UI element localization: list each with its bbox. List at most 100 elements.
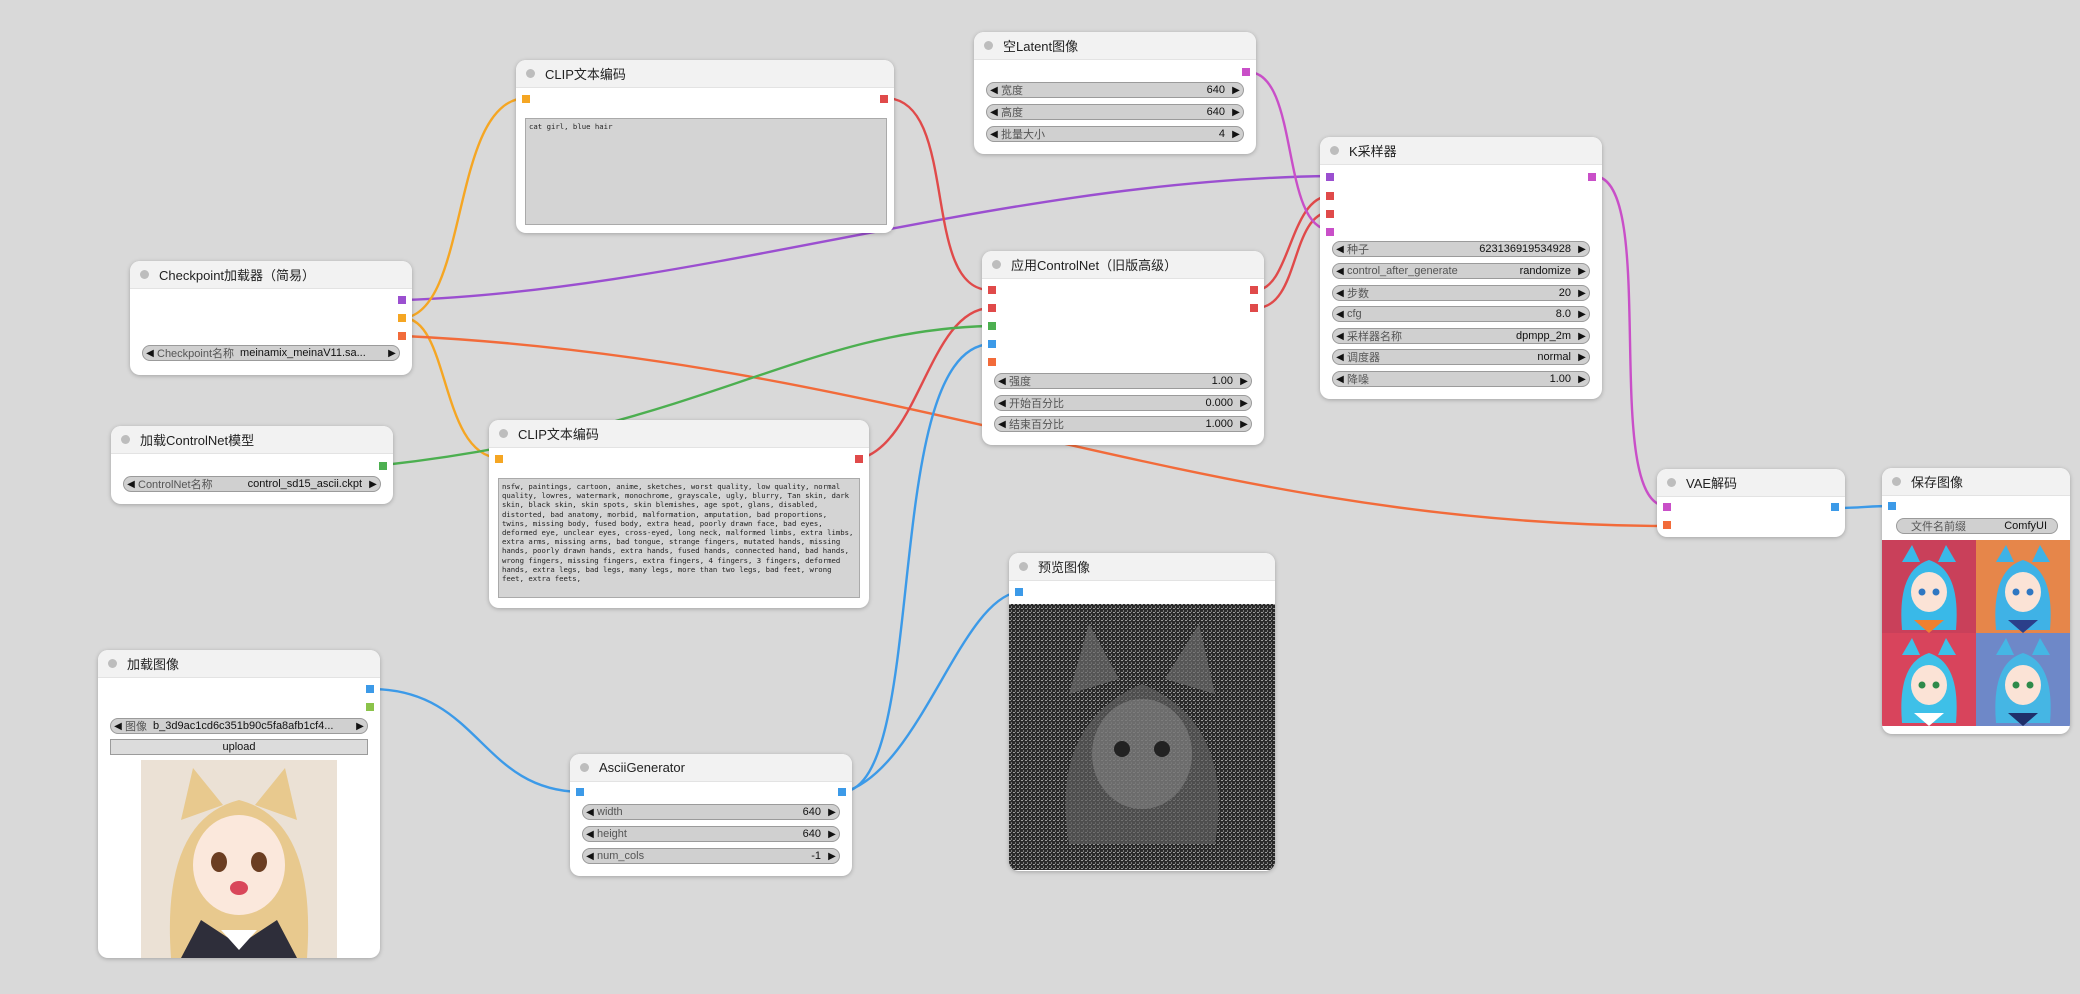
output-slot-conditioning[interactable] — [880, 95, 888, 103]
input-slot-image[interactable] — [576, 788, 584, 796]
input-slot-latent[interactable] — [1326, 228, 1334, 236]
decrement-arrow-icon[interactable]: ◀ — [124, 479, 138, 490]
output-slot-vae[interactable] — [398, 332, 406, 340]
decrement-arrow-icon[interactable]: ◀ — [995, 376, 1009, 387]
node-header[interactable]: 加载ControlNet模型 — [111, 426, 393, 454]
input-slot-clip[interactable] — [522, 95, 530, 103]
output-slot-image[interactable] — [838, 788, 846, 796]
node-ascii-generator[interactable]: AsciiGenerator ◀ width 640 ▶ ◀ height 640 ▶ ◀ n… — [570, 754, 852, 876]
increment-arrow-icon[interactable]: ▶ — [1575, 309, 1589, 320]
node-graph-canvas[interactable]: CLIP文本编码 cat girl, blue hair 空Latent图像 ◀… — [0, 0, 2080, 994]
output-slot-conditioning[interactable] — [855, 455, 863, 463]
increment-arrow-icon[interactable]: ▶ — [353, 721, 367, 732]
decrement-arrow-icon[interactable]: ◀ — [143, 348, 157, 359]
decrement-arrow-icon[interactable]: ◀ — [987, 107, 1001, 118]
output-slot-image[interactable] — [1831, 503, 1839, 511]
node-clip-text-encode-negative[interactable]: CLIP文本编码 nsfw, paintings, cartoon, anime… — [489, 420, 869, 608]
decrement-arrow-icon[interactable]: ◀ — [583, 829, 597, 840]
collapse-dot-icon[interactable] — [526, 69, 535, 78]
decrement-arrow-icon[interactable]: ◀ — [1333, 244, 1347, 255]
increment-arrow-icon[interactable]: ▶ — [1237, 419, 1251, 430]
collapse-dot-icon[interactable] — [1892, 477, 1901, 486]
prompt-textarea[interactable]: cat girl, blue hair — [525, 118, 887, 225]
collapse-dot-icon[interactable] — [992, 260, 1001, 269]
input-slot-samples[interactable] — [1663, 503, 1671, 511]
increment-arrow-icon[interactable]: ▶ — [1575, 244, 1589, 255]
increment-arrow-icon[interactable]: ▶ — [1229, 85, 1243, 96]
node-controlnet-loader[interactable]: 加载ControlNet模型 ◀ ControlNet名称 control_sd15… — [111, 426, 393, 504]
increment-arrow-icon[interactable]: ▶ — [385, 348, 399, 359]
input-slot-control-net[interactable] — [988, 322, 996, 330]
output-slot-latent[interactable] — [1588, 173, 1596, 181]
node-ksampler[interactable]: K采样器 ◀ 种子 623136919534928 ▶ ◀ control_after_… — [1320, 137, 1602, 399]
input-slot-negative[interactable] — [988, 304, 996, 312]
widget-filename-prefix[interactable]: 文件名前缀 ComfyUI — [1896, 518, 2058, 534]
input-slot-images[interactable] — [1888, 502, 1896, 510]
collapse-dot-icon[interactable] — [1019, 562, 1028, 571]
node-header[interactable]: VAE解码 — [1657, 469, 1845, 497]
widget-steps[interactable]: ◀ 步数 20 ▶ — [1332, 285, 1590, 301]
prompt-textarea[interactable]: nsfw, paintings, cartoon, anime, sketche… — [498, 478, 860, 598]
decrement-arrow-icon[interactable]: ◀ — [1333, 352, 1347, 363]
input-slot-vae[interactable] — [1663, 521, 1671, 529]
collapse-dot-icon[interactable] — [499, 429, 508, 438]
widget-batch-size[interactable]: ◀ 批量大小 4 ▶ — [986, 126, 1244, 142]
widget-scheduler[interactable]: ◀ 调度器 normal ▶ — [1332, 349, 1590, 365]
output-image-grid[interactable] — [1882, 540, 2070, 726]
input-slot-positive[interactable] — [1326, 192, 1334, 200]
widget-controlnet-name[interactable]: ◀ ControlNet名称 control_sd15_ascii.ckpt ▶ — [123, 476, 381, 492]
decrement-arrow-icon[interactable]: ◀ — [987, 129, 1001, 140]
input-slot-model[interactable] — [1326, 173, 1334, 181]
node-empty-latent-image[interactable]: 空Latent图像 ◀ 宽度 640 ▶ ◀ 高度 640 ▶ ◀ 批量大小 4 ▶ — [974, 32, 1256, 154]
output-slot-latent[interactable] — [1242, 68, 1250, 76]
decrement-arrow-icon[interactable]: ◀ — [987, 85, 1001, 96]
widget-denoise[interactable]: ◀ 降噪 1.00 ▶ — [1332, 371, 1590, 387]
node-header[interactable]: CLIP文本编码 — [489, 420, 869, 448]
increment-arrow-icon[interactable]: ▶ — [825, 851, 839, 862]
decrement-arrow-icon[interactable]: ◀ — [1333, 266, 1347, 277]
widget-strength[interactable]: ◀ 强度 1.00 ▶ — [994, 373, 1252, 389]
node-header[interactable]: 空Latent图像 — [974, 32, 1256, 60]
increment-arrow-icon[interactable]: ▶ — [1575, 331, 1589, 342]
collapse-dot-icon[interactable] — [580, 763, 589, 772]
loaded-image[interactable] — [141, 760, 337, 958]
increment-arrow-icon[interactable]: ▶ — [825, 807, 839, 818]
decrement-arrow-icon[interactable]: ◀ — [1333, 331, 1347, 342]
increment-arrow-icon[interactable]: ▶ — [1229, 129, 1243, 140]
node-vae-decode[interactable]: VAE解码 — [1657, 469, 1845, 537]
node-header[interactable]: 保存图像 — [1882, 468, 2070, 496]
widget-width[interactable]: ◀ width 640 ▶ — [582, 804, 840, 820]
input-slot-clip[interactable] — [495, 455, 503, 463]
widget-height[interactable]: ◀ 高度 640 ▶ — [986, 104, 1244, 120]
widget-height[interactable]: ◀ height 640 ▶ — [582, 826, 840, 842]
output-slot-mask[interactable] — [366, 703, 374, 711]
decrement-arrow-icon[interactable]: ◀ — [1333, 309, 1347, 320]
increment-arrow-icon[interactable]: ▶ — [366, 479, 380, 490]
output-slot-clip[interactable] — [398, 314, 406, 322]
node-clip-text-encode-positive[interactable]: CLIP文本编码 cat girl, blue hair — [516, 60, 894, 233]
node-header[interactable]: 应用ControlNet（旧版高级） — [982, 251, 1264, 279]
collapse-dot-icon[interactable] — [108, 659, 117, 668]
increment-arrow-icon[interactable]: ▶ — [1575, 352, 1589, 363]
collapse-dot-icon[interactable] — [1330, 146, 1339, 155]
node-checkpoint-loader[interactable]: Checkpoint加载器（简易） ◀ Checkpoint名称 meinamix_… — [130, 261, 412, 375]
output-slot-model[interactable] — [398, 296, 406, 304]
widget-control-after-generate[interactable]: ◀ control_after_generate randomize ▶ — [1332, 263, 1590, 279]
widget-sampler-name[interactable]: ◀ 采样器名称 dpmpp_2m ▶ — [1332, 328, 1590, 344]
input-slot-image[interactable] — [988, 340, 996, 348]
node-header[interactable]: 预览图像 — [1009, 553, 1275, 581]
widget-width[interactable]: ◀ 宽度 640 ▶ — [986, 82, 1244, 98]
node-header[interactable]: Checkpoint加载器（简易） — [130, 261, 412, 289]
increment-arrow-icon[interactable]: ▶ — [1575, 288, 1589, 299]
increment-arrow-icon[interactable]: ▶ — [1237, 376, 1251, 387]
preview-ascii-image[interactable] — [1009, 604, 1275, 870]
input-slot-images[interactable] — [1015, 588, 1023, 596]
output-slot-negative[interactable] — [1250, 304, 1258, 312]
input-slot-negative[interactable] — [1326, 210, 1334, 218]
node-header[interactable]: AsciiGenerator — [570, 754, 852, 782]
output-slot-image[interactable] — [366, 685, 374, 693]
decrement-arrow-icon[interactable]: ◀ — [995, 398, 1009, 409]
upload-button[interactable]: upload — [110, 739, 368, 755]
collapse-dot-icon[interactable] — [1667, 478, 1676, 487]
increment-arrow-icon[interactable]: ▶ — [1229, 107, 1243, 118]
